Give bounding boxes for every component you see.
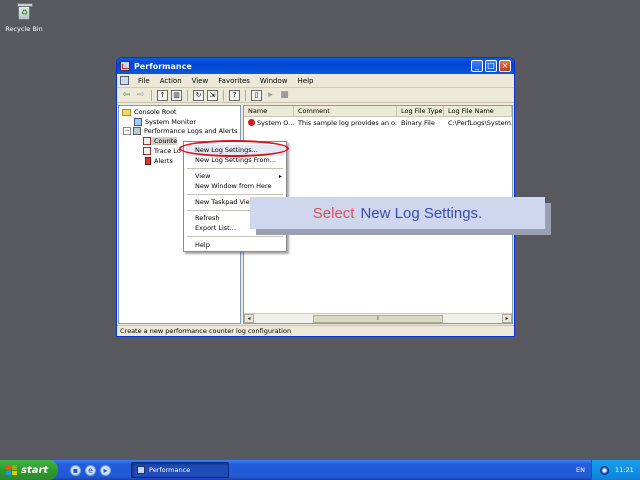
show-hide-tree-icon[interactable]: ▥	[171, 89, 182, 101]
performance-app-icon	[137, 466, 145, 474]
collapse-icon[interactable]: −	[123, 127, 131, 135]
taskbar-button-performance[interactable]: Performance	[131, 462, 229, 478]
tree-item-counter-logs[interactable]: Counte	[143, 137, 178, 145]
start-button[interactable]: start	[0, 460, 58, 480]
column-header-file[interactable]: Log File Name	[444, 106, 512, 116]
tree-item-label: Performance Logs and Alerts	[144, 127, 238, 135]
toolbar-separator	[245, 89, 246, 101]
back-arrow-icon[interactable]: ⇦	[121, 90, 132, 101]
menu-separator	[187, 168, 283, 169]
scroll-right-icon[interactable]: ▸	[502, 314, 512, 323]
export-list-icon[interactable]: ⇲	[207, 89, 218, 101]
stop-log-icon[interactable]: ■	[279, 90, 290, 101]
tree-item-label: Console Root	[134, 108, 177, 116]
tree-item-system-monitor[interactable]: System Monitor	[134, 118, 196, 126]
list-header: Name Comment Log File Type Log File Name	[244, 106, 512, 117]
tree-item-label: Alerts	[154, 157, 173, 165]
taskbar: start ▪ e ▸ Performance	[0, 460, 640, 480]
monitor-icon	[134, 118, 142, 126]
log-stopped-icon	[248, 119, 255, 126]
trace-log-icon	[143, 147, 151, 155]
menu-window[interactable]: Window	[255, 77, 293, 85]
refresh-icon[interactable]: ↻	[193, 89, 204, 101]
tree-item-label: Trace Lo	[154, 147, 181, 155]
forward-arrow-icon[interactable]: ⇨	[135, 90, 146, 101]
menu-item-new-log-settings-from[interactable]: New Log Settings From...	[195, 156, 276, 164]
instruction-callout: Select New Log Settings.	[250, 197, 545, 229]
recycle-bin-shortcut[interactable]: ♻ Recycle Bin	[4, 2, 44, 33]
task-label: Performance	[149, 466, 191, 474]
column-header-comment[interactable]: Comment	[294, 106, 397, 116]
menu-separator	[187, 236, 283, 237]
start-log-icon[interactable]: ▸	[265, 90, 276, 101]
log-file: C:\PerfLogs\System...	[448, 118, 512, 127]
close-button[interactable]: ×	[499, 60, 511, 72]
log-name: System O...	[257, 118, 294, 127]
system-tray: 11:21	[591, 460, 640, 480]
language-indicator[interactable]: EN	[576, 466, 585, 474]
menu-favorites[interactable]: Favorites	[213, 77, 255, 85]
tree-item-label: System Monitor	[145, 118, 197, 126]
recycle-bin-icon: ♻	[15, 2, 33, 22]
menu-item-refresh[interactable]: Refresh	[195, 214, 220, 222]
tree-item-console-root[interactable]: Console Root	[122, 108, 177, 116]
window-title: Performance	[134, 61, 192, 71]
tree-item-alerts[interactable]: Alerts	[145, 157, 173, 165]
callout-object: New Log Settings.	[360, 204, 483, 222]
highlight-oval	[179, 140, 289, 157]
column-header-type[interactable]: Log File Type	[397, 106, 444, 116]
counter-log-icon	[143, 137, 151, 145]
quick-launch: ▪ e ▸	[70, 464, 111, 476]
toolbar-separator	[223, 89, 224, 101]
tree-item-label: Counte	[154, 137, 178, 145]
column-header-name[interactable]: Name	[244, 106, 294, 116]
menu-item-new-window[interactable]: New Window from Here	[195, 182, 272, 190]
performance-app-icon	[120, 61, 130, 71]
start-label: start	[21, 464, 49, 476]
menu-item-help[interactable]: Help	[195, 241, 210, 249]
folder-icon	[122, 108, 131, 116]
new-log-icon[interactable]: ▯	[251, 89, 262, 101]
alert-icon	[145, 157, 151, 165]
logs-icon	[133, 127, 141, 135]
list-item[interactable]: System O... This sample log provides an …	[244, 117, 512, 128]
menu-action[interactable]: Action	[155, 77, 187, 85]
toolbar: ⇦ ⇨ ↑ ▥ ↻ ⇲ ? ▯ ▸ ■	[117, 88, 514, 103]
minimize-button[interactable]: _	[471, 60, 483, 72]
show-desktop-icon[interactable]: ▪	[70, 464, 81, 476]
tree-item-perf-logs[interactable]: − Performance Logs and Alerts	[123, 127, 237, 135]
callout-verb: Select	[312, 204, 355, 222]
scroll-thumb[interactable]: ⁞	[313, 314, 443, 323]
status-bar: Create a new performance counter log con…	[117, 325, 514, 336]
menu-item-view[interactable]: View	[195, 172, 210, 180]
network-icon[interactable]	[600, 465, 609, 475]
internet-explorer-icon[interactable]: e	[85, 464, 96, 476]
recycle-bin-label: Recycle Bin	[5, 25, 43, 33]
scroll-left-icon[interactable]: ◂	[244, 314, 254, 323]
menu-bar: File Action View Favorites Window Help	[117, 74, 514, 88]
media-player-icon[interactable]: ▸	[100, 464, 111, 476]
menu-help[interactable]: Help	[293, 77, 319, 85]
clock[interactable]: 11:21	[615, 466, 634, 474]
menu-view[interactable]: View	[187, 77, 214, 85]
toolbar-separator	[187, 89, 188, 101]
menu-separator	[187, 194, 283, 195]
menu-file[interactable]: File	[133, 77, 155, 85]
maximize-button[interactable]: □	[485, 60, 497, 72]
menu-item-export-list[interactable]: Export List...	[195, 224, 236, 232]
horizontal-scrollbar[interactable]: ◂ ⁞ ▸	[244, 313, 512, 323]
system-menu-icon[interactable]	[120, 76, 129, 85]
toolbar-separator	[151, 89, 152, 101]
up-folder-icon[interactable]: ↑	[157, 89, 168, 101]
tree-item-trace-logs[interactable]: Trace Lo	[143, 147, 181, 155]
submenu-arrow-icon: ▸	[278, 173, 282, 180]
help-icon[interactable]: ?	[229, 89, 240, 101]
windows-flag-icon	[6, 465, 17, 475]
log-type: Binary File	[401, 118, 435, 127]
log-comment: This sample log provides an o...	[298, 118, 397, 127]
title-bar[interactable]: Performance _ □ ×	[117, 58, 514, 74]
